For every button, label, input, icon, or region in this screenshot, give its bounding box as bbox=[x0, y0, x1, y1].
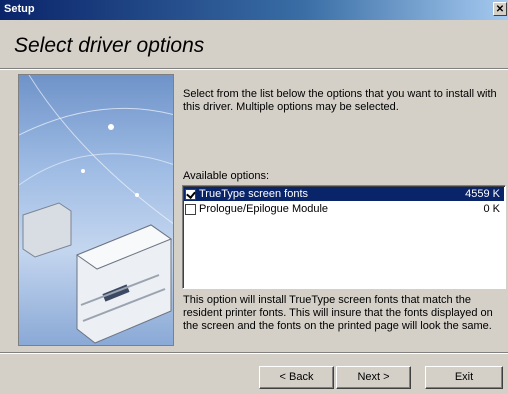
option-label: Prologue/Epilogue Module bbox=[199, 203, 329, 215]
title-bar: Setup ✕ bbox=[0, 0, 508, 20]
header: Select driver options bbox=[0, 20, 508, 68]
header-divider bbox=[0, 68, 508, 70]
printer-illustration bbox=[18, 74, 174, 346]
checkmark-icon[interactable] bbox=[185, 188, 196, 200]
window-title: Setup bbox=[4, 3, 35, 15]
back-button[interactable]: < Back bbox=[259, 366, 334, 389]
intro-text: Select from the list below the options t… bbox=[183, 88, 497, 113]
footer-divider bbox=[0, 352, 508, 354]
list-item-truetype-fonts[interactable]: TrueType screen fonts 4559 K bbox=[184, 187, 504, 201]
exit-button[interactable]: Exit bbox=[425, 366, 503, 389]
option-label: TrueType screen fonts bbox=[199, 188, 309, 200]
option-size: 0 K bbox=[483, 203, 500, 215]
next-button[interactable]: Next > bbox=[336, 366, 411, 389]
option-description: This option will install TrueType screen… bbox=[183, 294, 493, 332]
checkbox-icon[interactable] bbox=[185, 203, 196, 215]
close-icon[interactable]: ✕ bbox=[493, 2, 507, 16]
printer-illustration-graphic bbox=[19, 75, 173, 344]
page-title: Select driver options bbox=[14, 34, 205, 57]
option-size: 4559 K bbox=[465, 188, 500, 200]
options-listbox[interactable]: TrueType screen fonts 4559 K Prologue/Ep… bbox=[182, 185, 506, 289]
list-item-prologue-epilogue[interactable]: Prologue/Epilogue Module 0 K bbox=[184, 202, 504, 216]
available-options-label: Available options: bbox=[183, 170, 270, 182]
